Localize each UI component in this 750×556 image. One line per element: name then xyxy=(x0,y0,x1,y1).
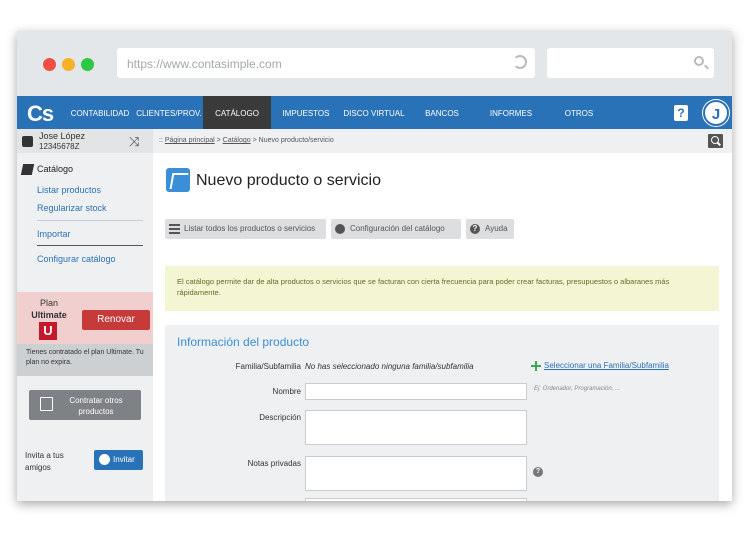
main-content: :: Página principal > Catálogo > Nuevo p… xyxy=(153,129,732,501)
breadcrumb-trail: :: Página principal > Catálogo > Nuevo p… xyxy=(159,137,334,144)
help-icon[interactable]: ? xyxy=(533,467,543,477)
breadcrumb-prefix: :: xyxy=(159,137,163,144)
name-input[interactable] xyxy=(305,383,527,400)
user-name: Jose López xyxy=(39,131,86,141)
close-window-button[interactable] xyxy=(43,58,56,71)
list-icon xyxy=(169,224,180,234)
list-products-label: Listar todos los productos o servicios xyxy=(184,224,316,233)
shopping-bag-icon xyxy=(40,397,53,411)
nav-contabilidad[interactable]: CONTABILIDAD xyxy=(66,96,134,129)
nav-informes[interactable]: INFORMES xyxy=(477,96,545,129)
browser-search-input[interactable] xyxy=(547,48,714,78)
invite-text: Invita a tus amigos xyxy=(25,451,64,472)
breadcrumb-section-link[interactable]: Catálogo xyxy=(223,137,251,144)
plan-info: Tienes contratado el plan Ultimate. Tu p… xyxy=(17,344,153,376)
sidebar-item-importar[interactable]: Importar xyxy=(37,229,71,239)
sidebar-divider xyxy=(37,220,143,221)
plan-label: Plan xyxy=(39,298,58,308)
nav-disco-virtual[interactable]: DISCO VIRTUAL xyxy=(340,96,408,129)
contract-products-button[interactable]: Contratar otros productos xyxy=(29,390,141,420)
list-products-button[interactable]: Listar todos los productos o servicios xyxy=(165,219,326,239)
switch-company-icon[interactable]: ⤨ xyxy=(129,134,139,150)
private-notes-textarea[interactable] xyxy=(305,456,527,491)
next-field-input[interactable] xyxy=(305,498,527,501)
minimize-window-button[interactable] xyxy=(62,58,75,71)
address-bar[interactable]: https://www.contasimple.com xyxy=(117,48,535,78)
family-value: No has seleccionado ninguna familia/subf… xyxy=(305,362,474,371)
nav-clientes-prov[interactable]: CLIENTES/PROV. xyxy=(135,96,203,129)
invite-button[interactable]: Invitar xyxy=(94,450,143,470)
gear-icon xyxy=(335,224,345,234)
plan-box: Plan Ultimate U Renovar xyxy=(17,292,153,344)
catalog-icon xyxy=(166,168,190,192)
nav-impuestos[interactable]: IMPUESTOS xyxy=(272,96,340,129)
renew-button[interactable]: Renovar xyxy=(82,310,150,330)
browser-window: https://www.contasimple.com Cs CONTABILI… xyxy=(17,31,732,501)
catalog-settings-label: Configuración del catálogo xyxy=(350,224,445,233)
sidebar-item-regularizar-stock[interactable]: Regularizar stock xyxy=(37,203,107,213)
search-icon xyxy=(694,56,704,66)
select-family-link[interactable]: Seleccionar una Familia/Subfamilia xyxy=(544,361,669,370)
help-icon: ? xyxy=(470,224,480,234)
reload-icon[interactable] xyxy=(513,55,527,69)
description-label: Descripción xyxy=(259,413,301,422)
main-navbar: Cs CONTABILIDAD CLIENTES/PROV. CATÁLOGO … xyxy=(17,96,732,129)
user-card-icon xyxy=(22,136,33,147)
avatar[interactable]: J xyxy=(703,100,729,126)
info-message: El catálogo permite dar de alta producto… xyxy=(165,266,719,311)
catalog-settings-button[interactable]: Configuración del catálogo xyxy=(331,219,461,239)
nav-otros[interactable]: OTROS xyxy=(545,96,613,129)
name-hint: Ej: Ordenador, Programación, ... xyxy=(534,386,621,392)
sidebar-item-configurar-catalogo[interactable]: Configurar catálogo xyxy=(37,254,116,264)
browser-chrome: https://www.contasimple.com xyxy=(17,31,732,96)
product-form: Información del producto Familia/Subfami… xyxy=(165,325,719,501)
sidebar: Jose López 12345678Z ⤨ Catálogo Listar p… xyxy=(17,129,153,501)
help-icon[interactable]: ? xyxy=(674,105,688,121)
sidebar-section-title: Catálogo xyxy=(37,164,74,174)
user-row: Jose López 12345678Z ⤨ xyxy=(17,129,153,153)
description-textarea[interactable] xyxy=(305,410,527,445)
nav-catalogo[interactable]: CATÁLOGO xyxy=(203,96,271,129)
maximize-window-button[interactable] xyxy=(81,58,94,71)
search-icon[interactable] xyxy=(708,134,723,148)
breadcrumb-home-link[interactable]: Página principal xyxy=(165,137,215,144)
user-id: 12345678Z xyxy=(39,142,80,151)
nav-bancos[interactable]: BANCOS xyxy=(409,96,475,129)
plan-badge: U xyxy=(39,322,57,340)
plus-icon xyxy=(531,361,541,371)
breadcrumb-current: Nuevo producto/servicio xyxy=(258,137,334,144)
invite-button-label: Invitar xyxy=(113,455,135,464)
breadcrumb: :: Página principal > Catálogo > Nuevo p… xyxy=(153,129,732,153)
page-title: Nuevo producto o servicio xyxy=(196,172,381,189)
address-text: https://www.contasimple.com xyxy=(127,57,282,71)
private-notes-label: Notas privadas xyxy=(247,459,301,468)
help-button[interactable]: ? Ayuda xyxy=(466,219,514,239)
globe-icon xyxy=(99,454,110,465)
sidebar-item-listar-productos[interactable]: Listar productos xyxy=(37,185,101,195)
help-label: Ayuda xyxy=(485,224,508,233)
app-logo[interactable]: Cs xyxy=(27,101,54,127)
catalog-icon xyxy=(20,164,35,175)
contract-products-label: Contratar otros productos xyxy=(69,396,123,416)
name-label: Nombre xyxy=(272,387,301,396)
sidebar-divider xyxy=(37,245,143,246)
family-label: Familia/Subfamilia xyxy=(235,362,301,371)
plan-name: Ultimate xyxy=(31,310,67,320)
form-title: Información del producto xyxy=(177,335,310,349)
